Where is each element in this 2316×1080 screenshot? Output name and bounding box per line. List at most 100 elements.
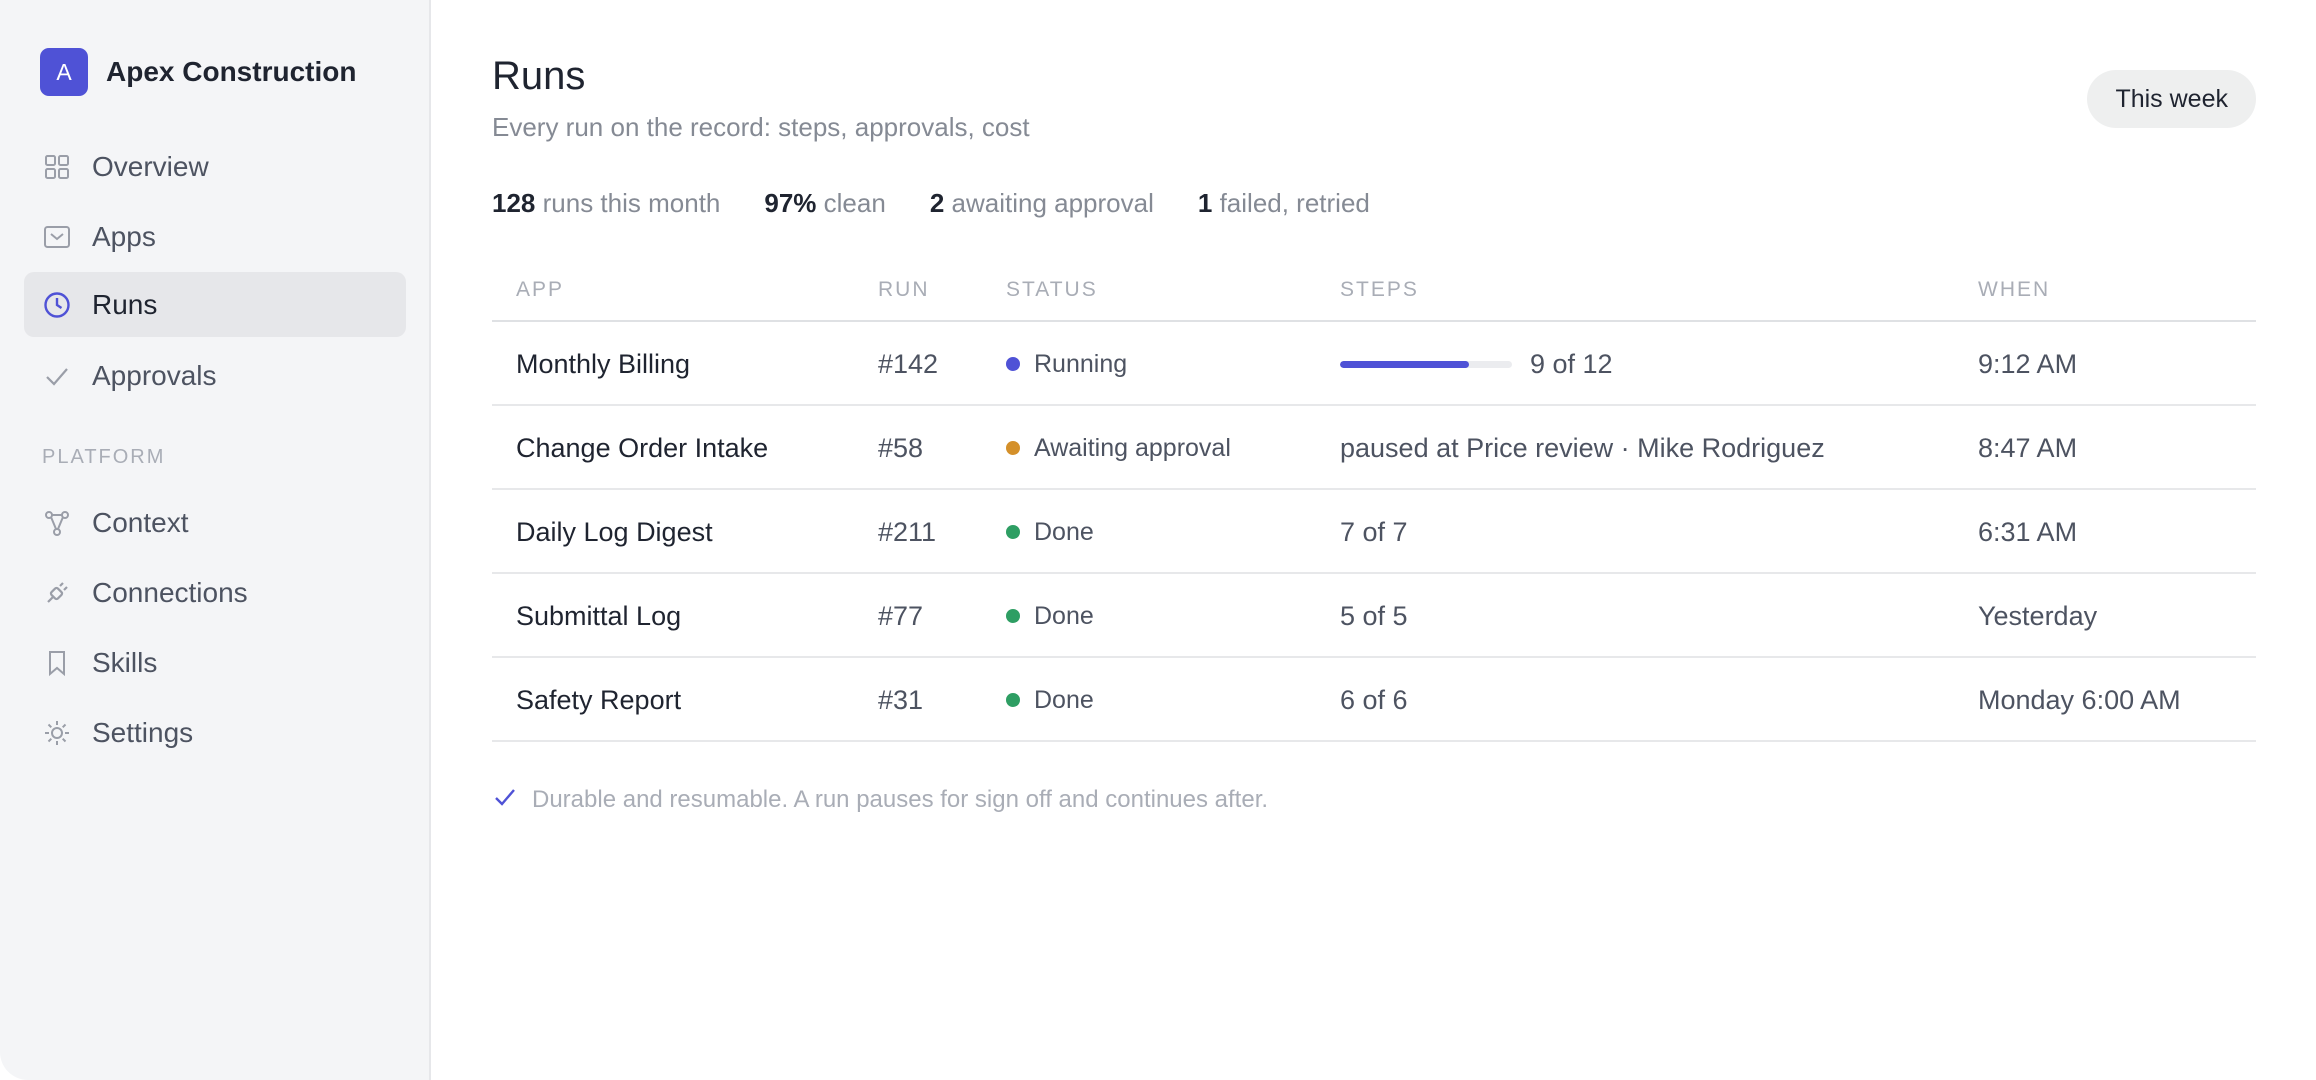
cell-when: 9:12 AM bbox=[1978, 348, 2078, 379]
cell-app: Daily Log Digest bbox=[516, 516, 713, 547]
footnote-text: Durable and resumable. A run pauses for … bbox=[532, 785, 1269, 813]
status-dot bbox=[1006, 609, 1020, 623]
status-dot bbox=[1006, 357, 1020, 371]
footnote: Durable and resumable. A run pauses for … bbox=[492, 784, 1268, 815]
sidebar-item-label: Approvals bbox=[92, 359, 217, 391]
page-title: Runs bbox=[492, 54, 586, 98]
sidebar-item-label: Runs bbox=[92, 288, 158, 320]
cell-status: Done bbox=[1006, 574, 1094, 658]
main-content: Runs Every run on the record: steps, app… bbox=[433, 0, 2316, 1080]
cell-run: #31 bbox=[878, 684, 924, 715]
stat-label: clean bbox=[823, 188, 886, 218]
stat-runs: 128 runs this month bbox=[492, 188, 720, 219]
cell-run: #77 bbox=[878, 600, 924, 631]
stat-value: 97% bbox=[764, 188, 817, 218]
stat-label: failed, retried bbox=[1219, 188, 1370, 218]
clock-icon bbox=[42, 290, 72, 320]
sidebar-item-connections[interactable]: Connections bbox=[24, 560, 406, 625]
sidebar-item-context[interactable]: Context bbox=[24, 490, 406, 555]
cell-when: Monday 6:00 AM bbox=[1978, 684, 2181, 715]
status-dot bbox=[1006, 525, 1020, 539]
inbox-icon bbox=[42, 222, 72, 252]
stat-clean: 97% clean bbox=[764, 188, 885, 219]
cell-when: 6:31 AM bbox=[1978, 516, 2078, 547]
cell-status: Done bbox=[1006, 490, 1094, 574]
table-header: APP RUN STATUS STEPS WHEN bbox=[492, 262, 2256, 322]
stat-value: 2 bbox=[929, 188, 945, 218]
status-label: Awaiting approval bbox=[1034, 433, 1231, 462]
status-label: Done bbox=[1034, 685, 1094, 714]
grid-icon bbox=[42, 152, 72, 182]
column-header-steps[interactable]: STEPS bbox=[1340, 278, 1419, 302]
workspace-logo: A bbox=[40, 48, 88, 96]
sidebar-item-runs[interactable]: Runs bbox=[24, 272, 406, 337]
sidebar-item-label: Settings bbox=[92, 716, 194, 748]
table-row[interactable]: Safety Report #31 Done 6 of 6 Monday 6:0… bbox=[492, 658, 2256, 742]
cell-when: Yesterday bbox=[1978, 600, 2098, 631]
sidebar-item-apps[interactable]: Apps bbox=[24, 204, 406, 269]
table-row[interactable]: Change Order Intake #58 Awaiting approva… bbox=[492, 406, 2256, 490]
table-row[interactable]: Submittal Log #77 Done 5 of 5 Yesterday bbox=[492, 574, 2256, 658]
column-header-run[interactable]: RUN bbox=[878, 278, 930, 302]
column-header-when[interactable]: WHEN bbox=[1978, 278, 2050, 302]
cell-status: Running bbox=[1006, 322, 1127, 406]
status-dot bbox=[1006, 441, 1020, 455]
stats-bar: 128 runs this month 97% clean 2 awaiting… bbox=[492, 188, 1414, 219]
cell-status: Done bbox=[1006, 658, 1094, 742]
sidebar-item-settings[interactable]: Settings bbox=[24, 700, 406, 765]
sidebar: A Apex Construction Overview Apps Runs A… bbox=[0, 0, 431, 1080]
check-icon bbox=[42, 361, 72, 391]
bookmark-icon bbox=[42, 648, 72, 678]
stat-value: 1 bbox=[1197, 188, 1213, 218]
workspace-name: Apex Construction bbox=[106, 56, 357, 87]
table-row[interactable]: Daily Log Digest #211 Done 7 of 7 6:31 A… bbox=[492, 490, 2256, 574]
sidebar-item-approvals[interactable]: Approvals bbox=[24, 343, 406, 408]
sidebar-item-overview[interactable]: Overview bbox=[24, 134, 406, 199]
progress-bar bbox=[1340, 360, 1512, 368]
cell-app: Submittal Log bbox=[516, 600, 682, 631]
cell-app: Monthly Billing bbox=[516, 348, 691, 379]
sidebar-item-label: Connections bbox=[92, 576, 248, 608]
check-icon bbox=[492, 784, 518, 815]
cell-run: #58 bbox=[878, 432, 924, 463]
sidebar-item-label: Context bbox=[92, 506, 189, 538]
gear-icon bbox=[42, 718, 72, 748]
stat-label: runs this month bbox=[542, 188, 721, 218]
sidebar-item-label: Overview bbox=[92, 150, 209, 182]
cell-status: Awaiting approval bbox=[1006, 406, 1231, 490]
stat-value: 128 bbox=[492, 188, 536, 218]
stat-failed: 1 failed, retried bbox=[1198, 188, 1370, 219]
sidebar-item-label: Skills bbox=[92, 646, 158, 678]
plug-icon bbox=[42, 578, 72, 608]
cell-app: Change Order Intake bbox=[516, 432, 769, 463]
runs-table: APP RUN STATUS STEPS WHEN Monthly Billin… bbox=[492, 262, 2256, 742]
cell-when: 8:47 AM bbox=[1978, 432, 2078, 463]
page-subtitle: Every run on the record: steps, approval… bbox=[492, 112, 1030, 142]
progress-fill bbox=[1340, 360, 1469, 368]
cell-steps: paused at Price review · Mike Rodriguez bbox=[1340, 432, 1825, 463]
workspace-brand[interactable]: A Apex Construction bbox=[40, 48, 356, 96]
branch-icon bbox=[42, 508, 72, 538]
status-label: Done bbox=[1034, 517, 1094, 546]
status-label: Running bbox=[1034, 349, 1128, 378]
sidebar-section-platform: PLATFORM bbox=[42, 446, 166, 468]
column-header-app[interactable]: APP bbox=[516, 278, 564, 302]
app-window: A Apex Construction Overview Apps Runs A… bbox=[0, 0, 2316, 1080]
stat-label: awaiting approval bbox=[951, 188, 1154, 218]
sidebar-item-skills[interactable]: Skills bbox=[24, 630, 406, 695]
cell-steps: 5 of 5 bbox=[1340, 600, 1408, 631]
cell-run: #211 bbox=[878, 516, 937, 547]
sidebar-item-label: Apps bbox=[92, 220, 156, 252]
cell-steps: 7 of 7 bbox=[1340, 516, 1408, 547]
date-range-button[interactable]: This week bbox=[2087, 70, 2256, 128]
cell-run: #142 bbox=[878, 348, 939, 379]
cell-steps: 9 of 12 bbox=[1340, 322, 1613, 406]
cell-app: Safety Report bbox=[516, 684, 682, 715]
table-row[interactable]: Monthly Billing #142 Running 9 of 12 9:1… bbox=[492, 322, 2256, 406]
status-label: Done bbox=[1034, 601, 1094, 630]
column-header-status[interactable]: STATUS bbox=[1006, 278, 1098, 302]
status-dot bbox=[1006, 693, 1020, 707]
stat-awaiting: 2 awaiting approval bbox=[930, 188, 1154, 219]
cell-steps: 6 of 6 bbox=[1340, 684, 1408, 715]
steps-text: 9 of 12 bbox=[1530, 348, 1613, 379]
